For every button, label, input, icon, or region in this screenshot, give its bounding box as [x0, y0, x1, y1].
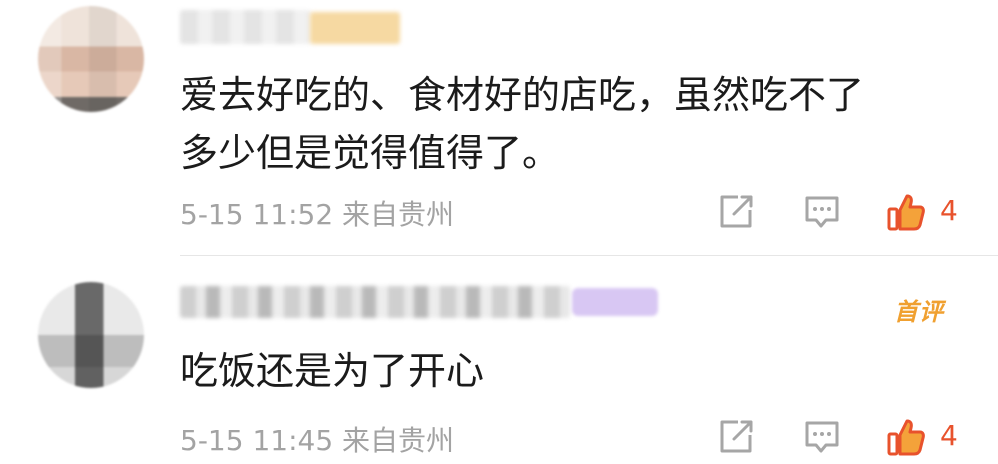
like-count: 4 [940, 194, 958, 227]
comment-text: 吃饭还是为了开心 [180, 342, 940, 400]
comment-text: 爱去好吃的、食材好的店吃，虽然吃不了 多少但是觉得值得了。 [180, 66, 940, 182]
like-count: 4 [940, 419, 958, 452]
first-comment-badge: 首评 [894, 298, 944, 326]
comment-icon[interactable] [802, 192, 842, 232]
username-blurred[interactable] [180, 286, 570, 318]
avatar[interactable] [38, 282, 144, 388]
comment-text-line: 吃饭还是为了开心 [180, 349, 485, 393]
comment-text-line: 多少但是觉得值得了。 [180, 131, 561, 175]
divider [180, 255, 998, 256]
avatar[interactable] [38, 6, 144, 112]
comment-text-line: 爱去好吃的、食材好的店吃，虽然吃不了 [180, 73, 865, 117]
comment-icon[interactable] [802, 417, 842, 457]
comment-location: 来自贵州 [342, 198, 455, 231]
like-icon[interactable] [886, 192, 926, 232]
comment-meta: 5-15 11:45 来自贵州 [180, 419, 454, 459]
share-icon[interactable] [716, 192, 756, 232]
user-badge-blurred [572, 288, 658, 316]
comment-time: 5-15 11:52 [180, 198, 334, 231]
comment-location: 来自贵州 [342, 424, 455, 457]
comment-time: 5-15 11:45 [180, 424, 334, 457]
comment-item: 首评 吃饭还是为了开心 5-15 11:45 来自贵州 4 [0, 262, 998, 464]
comment-item: 爱去好吃的、食材好的店吃，虽然吃不了 多少但是觉得值得了。 5-15 11:52… [0, 0, 998, 256]
username-blurred[interactable] [180, 10, 310, 44]
like-icon[interactable] [886, 417, 926, 457]
share-icon[interactable] [716, 417, 756, 457]
comment-meta: 5-15 11:52 来自贵州 [180, 193, 454, 233]
user-badge-blurred [310, 12, 400, 44]
